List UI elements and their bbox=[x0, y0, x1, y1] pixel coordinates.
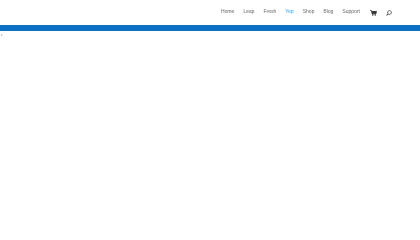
main-content bbox=[0, 31, 420, 236]
nav-blog[interactable]: Blog bbox=[323, 9, 333, 16]
page: Home Leap Fresh Yep Shop Blog Support • bbox=[0, 0, 420, 236]
search-icon[interactable] bbox=[386, 9, 393, 16]
site-header: Home Leap Fresh Yep Shop Blog Support bbox=[0, 0, 420, 25]
nav-shop[interactable]: Shop bbox=[303, 9, 315, 16]
nav-support[interactable]: Support bbox=[342, 9, 360, 16]
collapsed-marker: • bbox=[1, 32, 3, 37]
nav-leap[interactable]: Leap bbox=[243, 9, 254, 16]
nav-home[interactable]: Home bbox=[221, 9, 234, 16]
nav-yep[interactable]: Yep bbox=[285, 9, 293, 16]
shopping-cart-icon[interactable] bbox=[369, 9, 377, 16]
main-nav: Home Leap Fresh Yep Shop Blog Support bbox=[221, 9, 393, 16]
nav-fresh[interactable]: Fresh bbox=[263, 9, 276, 16]
